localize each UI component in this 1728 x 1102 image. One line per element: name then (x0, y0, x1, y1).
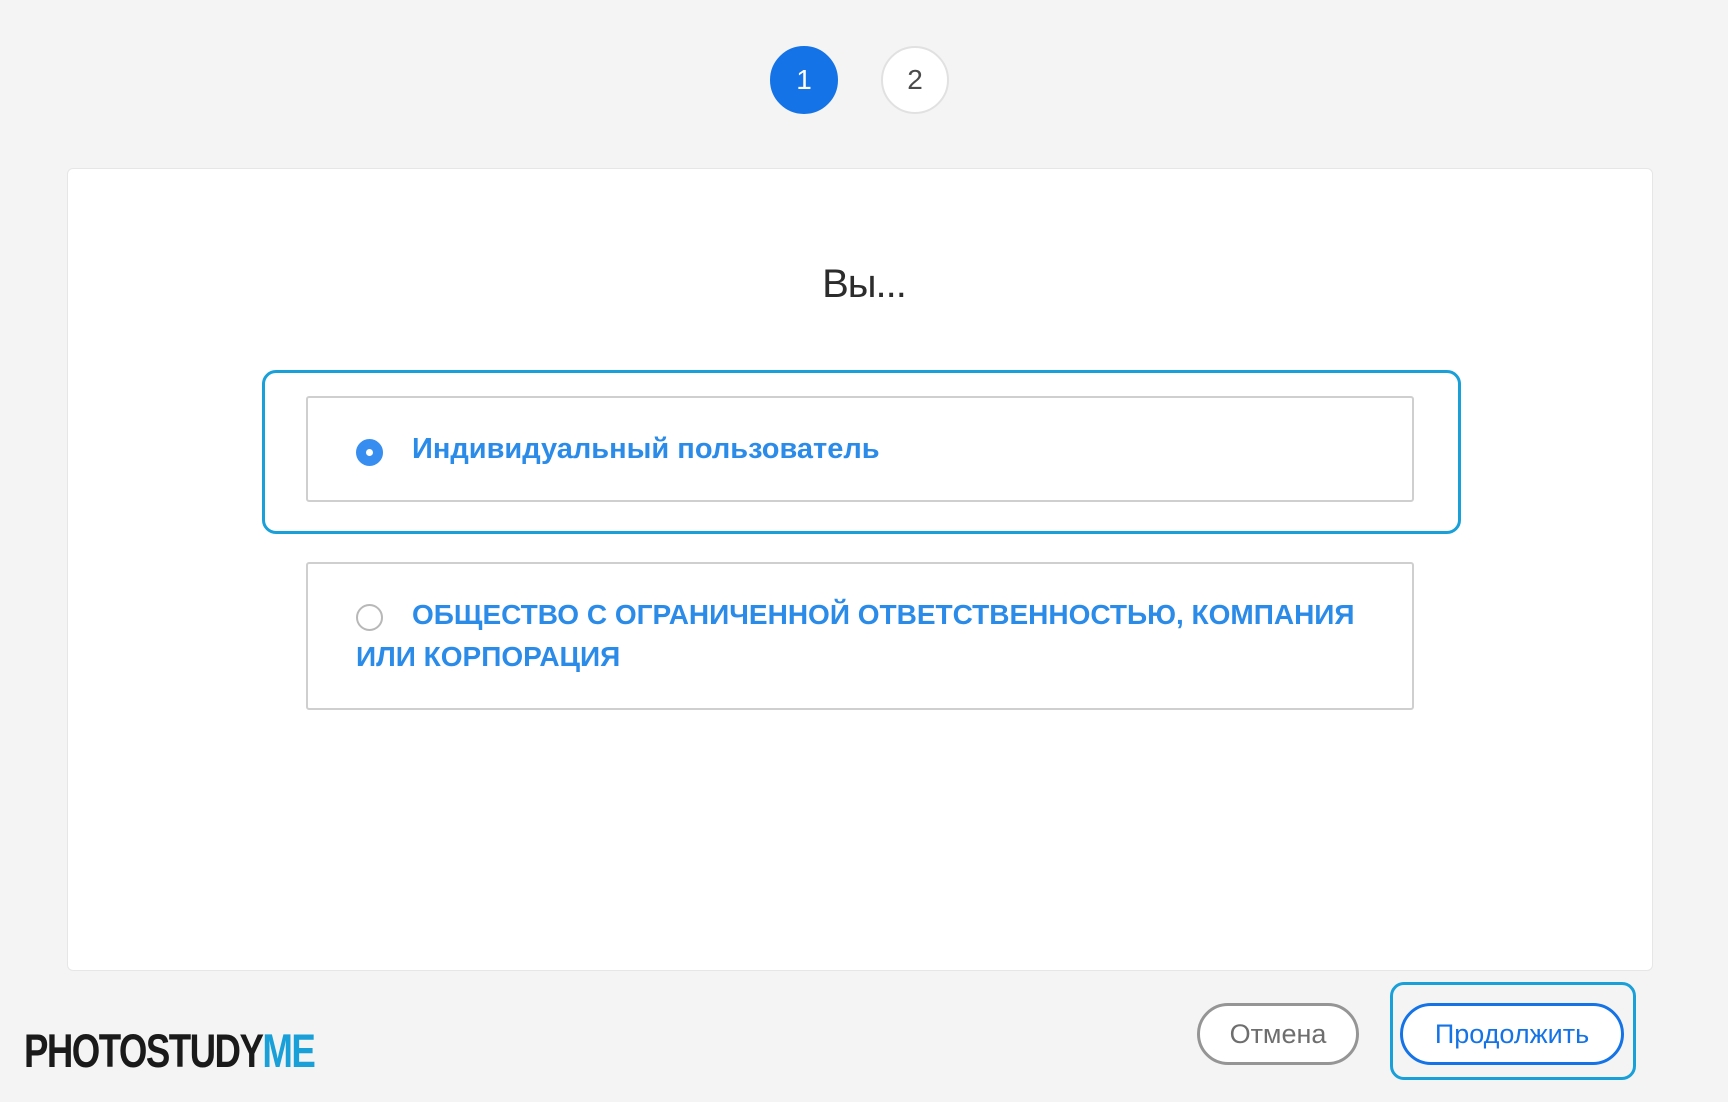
step-2-indicator: 2 (881, 46, 949, 114)
continue-button[interactable]: Продолжить (1400, 1003, 1624, 1065)
watermark-part-2: ME (262, 1024, 315, 1077)
option-individual-user[interactable]: Индивидуальный пользователь (306, 396, 1414, 502)
cancel-button[interactable]: Отмена (1197, 1003, 1359, 1065)
watermark-logo: PHOTOSTUDYME (24, 1024, 316, 1078)
stepper: 1 2 (0, 46, 1728, 118)
watermark-part-1: PHOTOSTUDY (24, 1024, 264, 1077)
radio-checked-icon[interactable] (356, 439, 383, 466)
option-company[interactable]: ОБЩЕСТВО С ОГРАНИЧЕННОЙ ОТВЕТСТВЕННОСТЬЮ… (306, 562, 1414, 710)
option-individual-label: Индивидуальный пользователь (412, 433, 880, 465)
option-company-label: ОБЩЕСТВО С ОГРАНИЧЕННОЙ ОТВЕТСТВЕННОСТЬЮ… (356, 599, 1355, 672)
question-title: Вы... (822, 262, 907, 306)
step-1-indicator: 1 (770, 46, 838, 114)
